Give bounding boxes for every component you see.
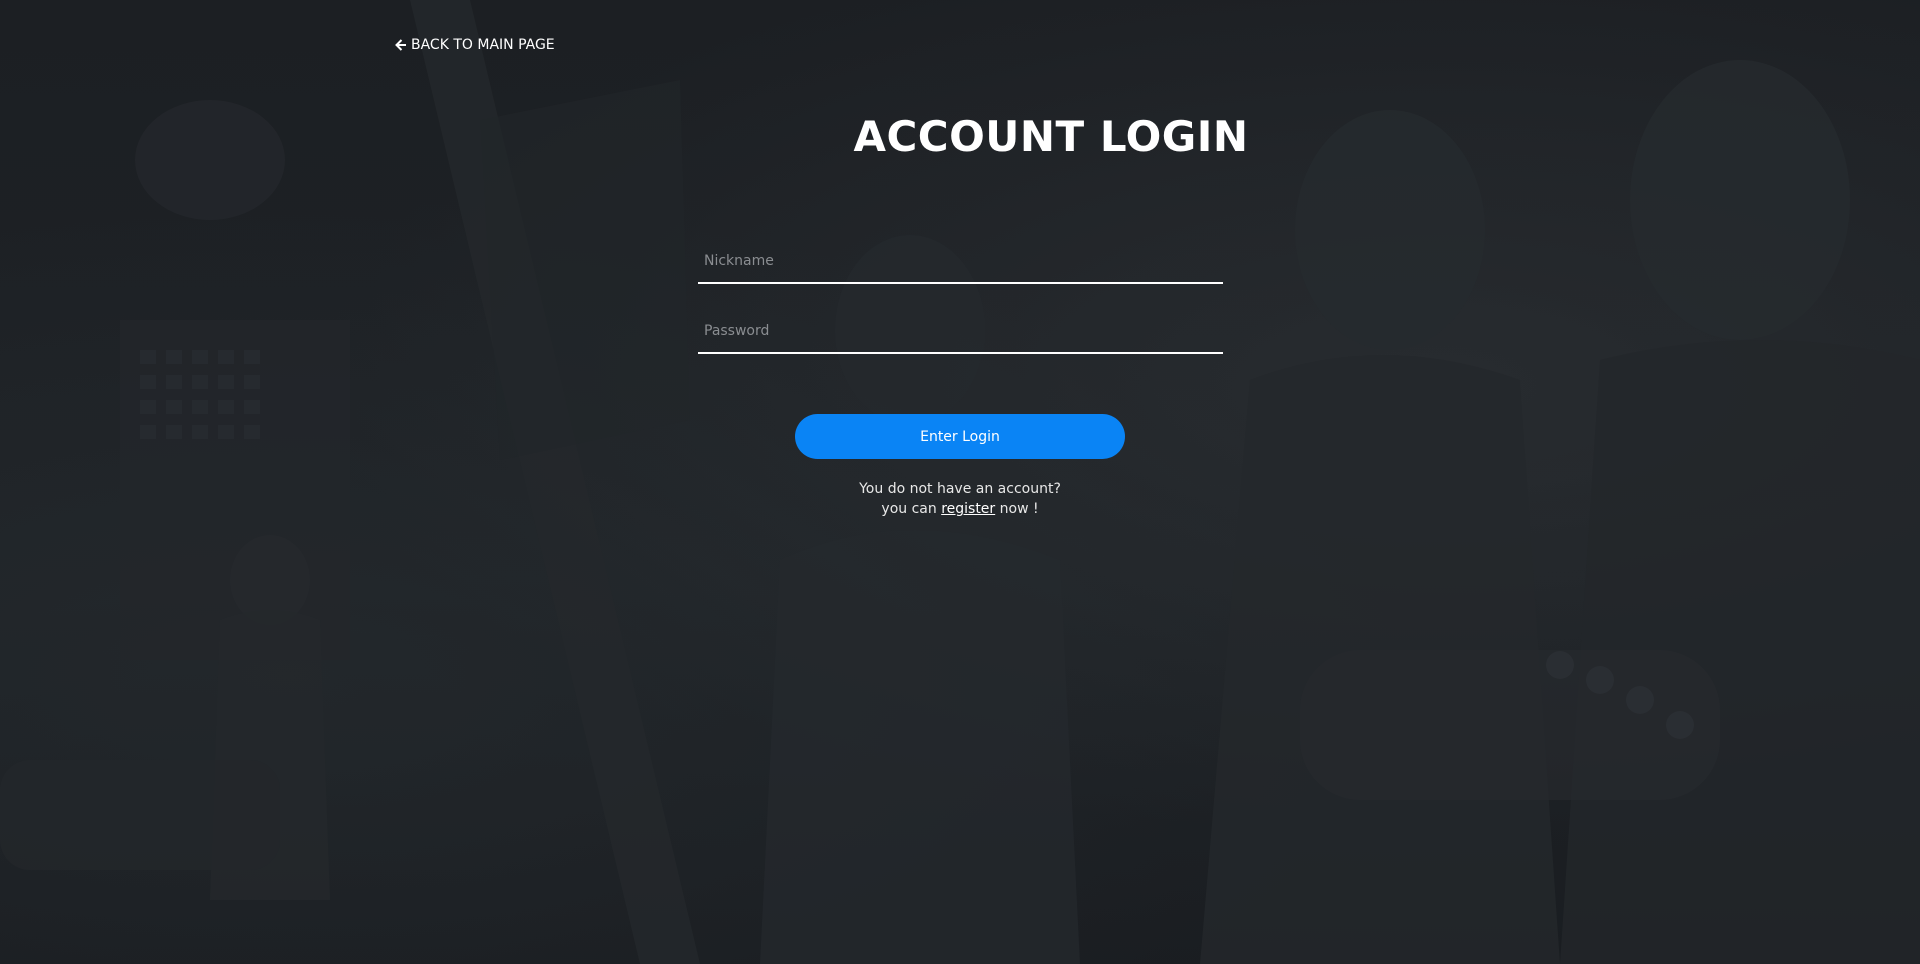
register-note: You do not have an account? you can regi… — [760, 479, 1160, 519]
nickname-field-wrapper — [698, 240, 1223, 284]
register-link[interactable]: register — [941, 501, 995, 517]
password-field-wrapper — [698, 310, 1223, 354]
page-title: ACCOUNT LOGIN — [853, 112, 1249, 161]
enter-login-button[interactable]: Enter Login — [795, 414, 1125, 459]
back-link-label: BACK TO MAIN PAGE — [411, 37, 555, 53]
login-page: BACK TO MAIN PAGE ACCOUNT LOGIN Enter Lo… — [0, 0, 1920, 964]
register-suffix: now ! — [995, 501, 1039, 517]
back-to-main-page-link[interactable]: BACK TO MAIN PAGE — [395, 37, 555, 53]
arrow-left-icon — [395, 39, 406, 51]
register-prefix: you can — [881, 501, 942, 517]
no-account-text: You do not have an account? — [859, 481, 1061, 497]
register-line: you can register now ! — [760, 499, 1160, 519]
password-input[interactable] — [698, 310, 1223, 352]
nickname-input[interactable] — [698, 240, 1223, 282]
